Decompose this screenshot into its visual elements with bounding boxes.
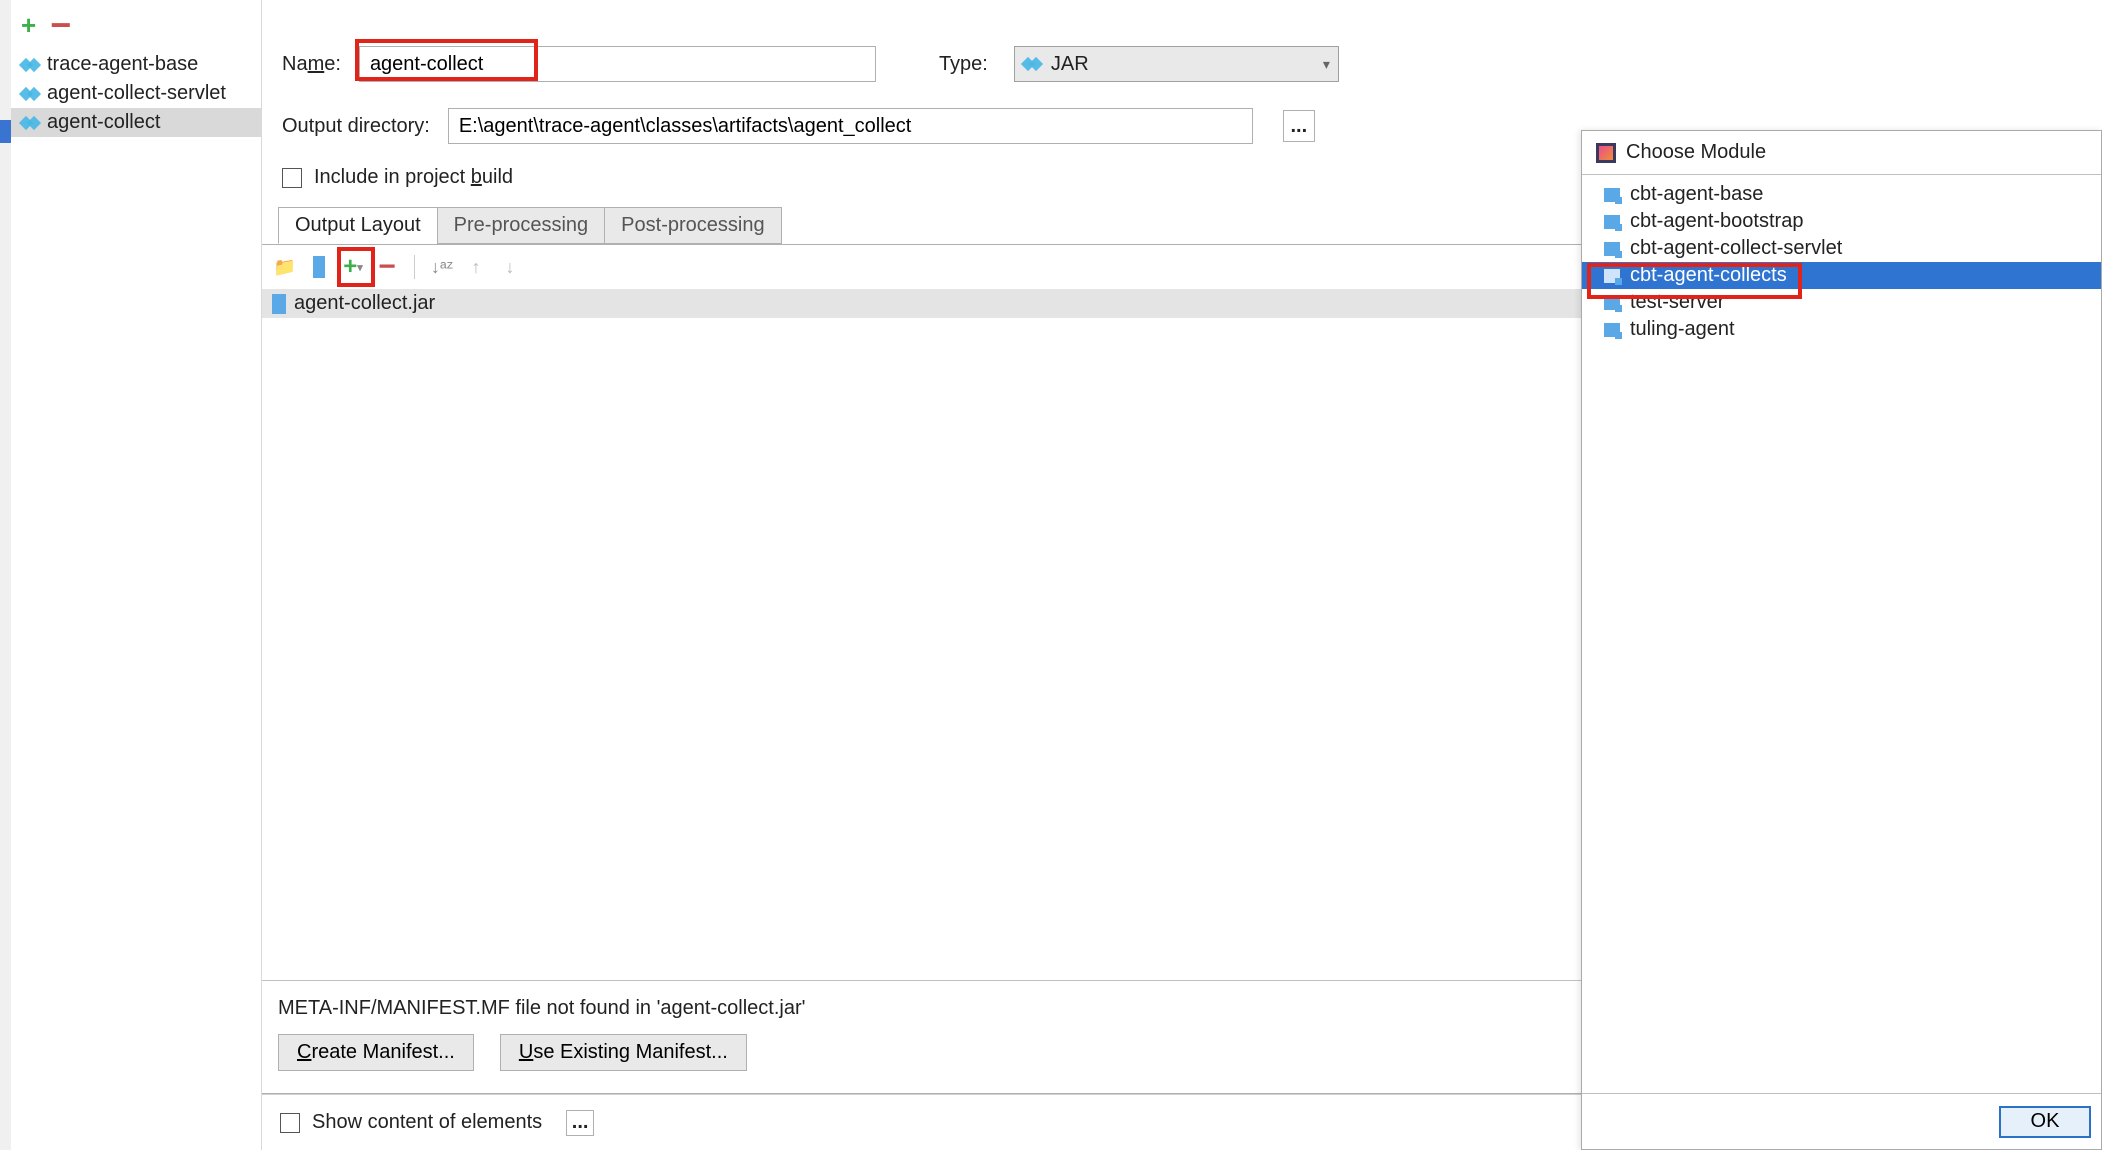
archive-icon bbox=[272, 294, 286, 314]
include-build-label: Include in project build bbox=[314, 166, 513, 189]
browse-button[interactable]: ... bbox=[1283, 110, 1315, 142]
name-input[interactable] bbox=[359, 46, 876, 82]
type-value: JAR bbox=[1051, 53, 1089, 76]
dialog-title-bar: Choose Module bbox=[1582, 131, 2101, 174]
chevron-down-icon: ▾ bbox=[1323, 56, 1330, 73]
sidebar-item[interactable]: trace-agent-base bbox=[11, 50, 261, 79]
sidebar-item-label: agent-collect bbox=[47, 111, 160, 134]
show-content-label: Show content of elements bbox=[312, 1111, 542, 1134]
artifact-icon bbox=[21, 114, 39, 132]
include-build-checkbox[interactable] bbox=[282, 168, 302, 188]
module-icon bbox=[1604, 242, 1620, 256]
type-select[interactable]: JAR ▾ bbox=[1014, 46, 1339, 82]
artifacts-sidebar: + − trace-agent-base agent-collect-servl… bbox=[11, 0, 262, 1150]
sidebar-item-label: agent-collect-servlet bbox=[47, 82, 226, 105]
gutter-selection bbox=[0, 120, 11, 143]
tab-pre-processing[interactable]: Pre-processing bbox=[437, 207, 606, 244]
show-content-checkbox[interactable] bbox=[280, 1113, 300, 1133]
choose-module-dialog: Choose Module cbt-agent-base cbt-agent-b… bbox=[1581, 130, 2102, 1150]
intellij-icon bbox=[1596, 143, 1616, 163]
module-icon bbox=[1604, 215, 1620, 229]
move-up-icon[interactable]: ↑ bbox=[463, 254, 489, 280]
sidebar-toolbar: + − bbox=[11, 0, 261, 50]
module-item[interactable]: cbt-agent-bootstrap bbox=[1582, 208, 2101, 235]
module-item[interactable]: tuling-agent bbox=[1582, 316, 2101, 343]
module-icon bbox=[1604, 296, 1620, 310]
artifact-icon bbox=[21, 85, 39, 103]
sidebar-item[interactable]: agent-collect bbox=[11, 108, 261, 137]
module-icon bbox=[1604, 188, 1620, 202]
create-manifest-button[interactable]: Create Manifest... bbox=[278, 1034, 474, 1071]
module-item[interactable]: cbt-agent-collects bbox=[1582, 262, 2101, 289]
name-row: Name: Type: JAR ▾ bbox=[262, 0, 2102, 82]
tab-output-layout[interactable]: Output Layout bbox=[278, 207, 438, 244]
module-icon bbox=[1604, 269, 1620, 283]
remove-icon[interactable]: − bbox=[374, 254, 400, 280]
jar-icon bbox=[1023, 55, 1041, 73]
module-item[interactable]: test-server bbox=[1582, 289, 2101, 316]
sidebar-item[interactable]: agent-collect-servlet bbox=[11, 79, 261, 108]
new-archive-icon[interactable] bbox=[306, 254, 332, 280]
tree-item-label: agent-collect.jar bbox=[294, 292, 435, 315]
sort-icon[interactable]: ↓ᵃᶻ bbox=[429, 254, 455, 280]
module-item[interactable]: cbt-agent-collect-servlet bbox=[1582, 235, 2101, 262]
add-copy-icon[interactable]: +▾ bbox=[340, 254, 366, 280]
name-label: Name: bbox=[282, 53, 341, 76]
dialog-title: Choose Module bbox=[1626, 141, 1766, 164]
use-existing-manifest-button[interactable]: Use Existing Manifest... bbox=[500, 1034, 747, 1071]
move-down-icon[interactable]: ↓ bbox=[497, 254, 523, 280]
show-content-options[interactable]: ... bbox=[566, 1110, 594, 1136]
add-artifact-icon[interactable]: + bbox=[21, 10, 36, 41]
type-label: Type: bbox=[939, 53, 988, 76]
module-item[interactable]: cbt-agent-base bbox=[1582, 181, 2101, 208]
module-list[interactable]: cbt-agent-base cbt-agent-bootstrap cbt-a… bbox=[1582, 174, 2101, 1093]
editor-gutter bbox=[0, 0, 11, 1150]
artifact-icon bbox=[21, 56, 39, 74]
ok-button[interactable]: OK bbox=[1999, 1106, 2091, 1138]
module-icon bbox=[1604, 323, 1620, 337]
output-dir-label: Output directory: bbox=[282, 115, 430, 138]
new-folder-icon[interactable]: 📁 bbox=[272, 254, 298, 280]
dialog-footer: OK bbox=[1582, 1093, 2101, 1149]
output-dir-input[interactable] bbox=[448, 108, 1253, 144]
sidebar-item-label: trace-agent-base bbox=[47, 53, 198, 76]
tab-post-processing[interactable]: Post-processing bbox=[604, 207, 781, 244]
separator bbox=[414, 255, 415, 279]
